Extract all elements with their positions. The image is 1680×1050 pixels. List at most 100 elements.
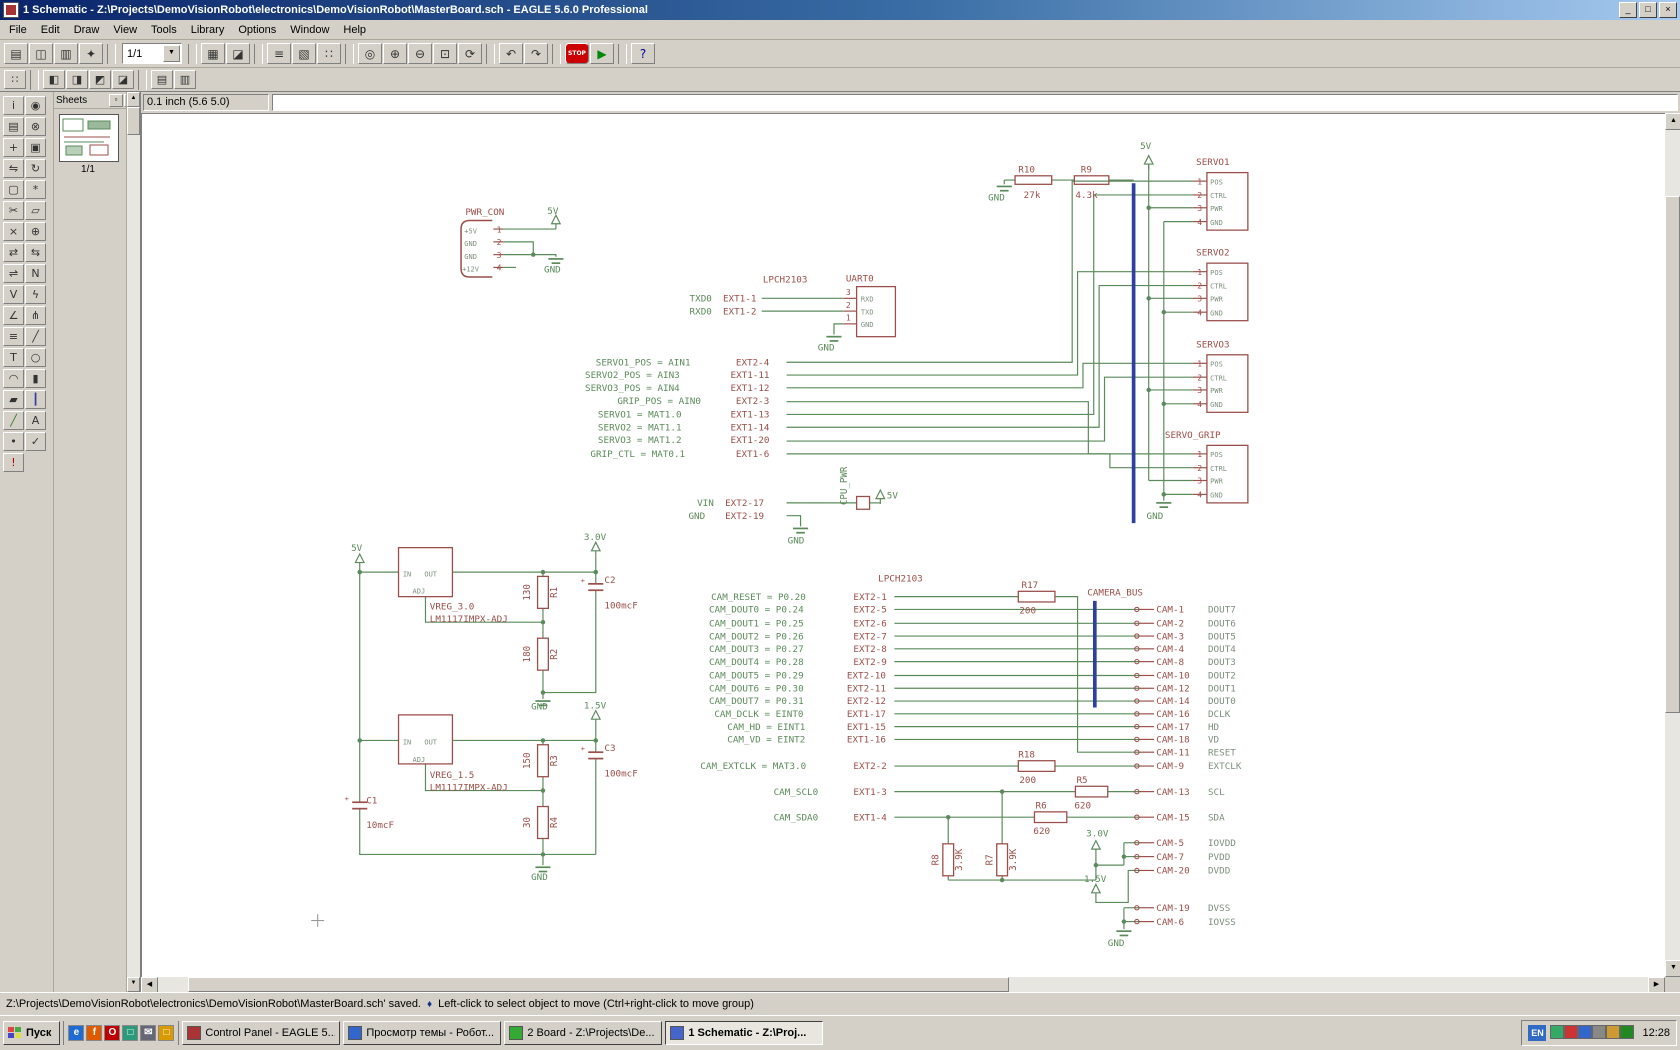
sheets-scroll-track[interactable] — [127, 107, 140, 977]
supply-arrow-symbol[interactable] — [355, 554, 364, 563]
schematic-canvas[interactable]: +++PWR_CON5V1234+5VGNDGND+12VGND5VR1027k… — [141, 113, 1665, 977]
close-button[interactable]: × — [1659, 2, 1677, 18]
undo-icon[interactable]: ↶ — [499, 43, 523, 64]
cam-processor-icon[interactable]: ✦ — [79, 43, 103, 64]
redraw-icon[interactable]: ⟳ — [458, 43, 482, 64]
tray-icon-6[interactable] — [1620, 1025, 1634, 1039]
dock-icon[interactable]: ▫ — [109, 94, 123, 107]
net-wire[interactable] — [834, 324, 844, 335]
sheet-selector[interactable]: 1/1▼ — [122, 43, 182, 64]
resistor-symbol[interactable] — [1034, 812, 1066, 823]
vscroll-track[interactable] — [1665, 130, 1680, 960]
resistor-symbol[interactable] — [1075, 786, 1107, 797]
minimize-button[interactable]: _ — [1619, 2, 1637, 18]
tool-copy-icon[interactable]: ▣ — [25, 138, 46, 157]
resistor-symbol[interactable] — [538, 745, 549, 777]
sheets-scrollbar[interactable]: ▲ ▼ — [126, 92, 140, 992]
taskbar-button-4[interactable]: 1 Schematic - Z:\Proj... — [665, 1021, 823, 1045]
tool-split-icon[interactable]: ⋔ — [25, 306, 46, 325]
tray-icon-1[interactable] — [1550, 1025, 1564, 1039]
hscroll-thumb[interactable] — [188, 977, 1010, 992]
hscroll-track[interactable] — [158, 977, 1648, 992]
save-icon[interactable]: ◫ — [29, 43, 53, 64]
tool-value-icon[interactable]: V — [3, 285, 24, 304]
tool-move-icon[interactable]: + — [3, 138, 24, 157]
menu-window[interactable]: Window — [283, 22, 336, 38]
zoom-out-icon[interactable]: ⊖ — [408, 43, 432, 64]
chevron-down-icon[interactable]: ▼ — [163, 45, 180, 62]
tray-icon-3[interactable] — [1578, 1025, 1592, 1039]
supply-arrow-symbol[interactable] — [591, 711, 600, 720]
taskbar-button-1[interactable]: Control Panel - EAGLE 5... — [182, 1021, 340, 1045]
taskbar-button-2[interactable]: Просмотр темы - Робот... — [343, 1021, 501, 1045]
tool-mark-icon[interactable]: ⊗ — [25, 117, 46, 136]
go-icon[interactable]: ▶ — [590, 43, 614, 64]
tool-rect-icon[interactable]: ▮ — [25, 369, 46, 388]
scroll-down-icon[interactable]: ▼ — [1665, 960, 1680, 977]
tray-icon-2[interactable] — [1564, 1025, 1578, 1039]
command-line[interactable] — [272, 94, 1678, 111]
menu-edit[interactable]: Edit — [34, 22, 67, 38]
sheet-thumbnail[interactable] — [59, 114, 119, 162]
print-icon[interactable]: ▥ — [54, 43, 78, 64]
resistor-symbol[interactable] — [538, 576, 549, 608]
tool-paste-icon[interactable]: ▱ — [25, 201, 46, 220]
switch-to-board-icon[interactable]: ◪ — [226, 43, 250, 64]
menu-options[interactable]: Options — [231, 22, 283, 38]
run-script-icon[interactable]: ≡ — [267, 43, 291, 64]
resistor-symbol[interactable] — [538, 807, 549, 839]
window-layout-3-icon[interactable]: ◩ — [89, 70, 111, 89]
tool-gateswap-icon[interactable]: ⇆ — [25, 243, 46, 262]
grid-settings-icon[interactable]: ∷ — [317, 43, 341, 64]
open-icon[interactable]: ▤ — [4, 43, 28, 64]
zoom-in-icon[interactable]: ⊕ — [383, 43, 407, 64]
menu-tools[interactable]: Tools — [144, 22, 184, 38]
resistor-symbol[interactable] — [1015, 176, 1052, 185]
ie-icon[interactable]: e — [68, 1025, 84, 1041]
scroll-down-icon[interactable]: ▼ — [127, 977, 140, 992]
taskbar-button-3[interactable]: 2 Board - Z:\Projects\De... — [504, 1021, 662, 1045]
tool-change-icon[interactable]: * — [25, 180, 46, 199]
tool-smash-icon[interactable]: ϟ — [25, 285, 46, 304]
tool-arc-icon[interactable]: ◠ — [3, 369, 24, 388]
resistor-symbol[interactable] — [538, 638, 549, 670]
tool-junction-icon[interactable]: • — [3, 432, 24, 451]
menu-file[interactable]: File — [2, 22, 34, 38]
tool-net-icon[interactable]: ╱ — [3, 411, 24, 430]
tool-wire-icon[interactable]: ╱ — [25, 327, 46, 346]
grid-dots-icon[interactable]: ∷ — [4, 70, 26, 89]
start-button[interactable]: Пуск — [3, 1021, 60, 1045]
tray-icon-4[interactable] — [1592, 1025, 1606, 1039]
supply-arrow-symbol[interactable] — [1092, 841, 1101, 850]
resistor-symbol[interactable] — [997, 844, 1008, 876]
window-layout-1-icon[interactable]: ◧ — [43, 70, 65, 89]
tray-icon-5[interactable] — [1606, 1025, 1620, 1039]
menu-library[interactable]: Library — [184, 22, 232, 38]
tool-mirror-icon[interactable]: ⇋ — [3, 159, 24, 178]
tool-bus-icon[interactable]: ┃ — [25, 390, 46, 409]
resistor-symbol[interactable] — [1018, 761, 1055, 772]
tool-circle-icon[interactable]: ○ — [25, 348, 46, 367]
frame-b-icon[interactable]: ▥ — [174, 70, 196, 89]
opera-icon[interactable]: O — [104, 1025, 120, 1041]
tool-pinswap-icon[interactable]: ⇄ — [3, 243, 24, 262]
tool-polygon-icon[interactable]: ▰ — [3, 390, 24, 409]
firefox-icon[interactable]: f — [86, 1025, 102, 1041]
resistor-symbol[interactable] — [1074, 176, 1108, 185]
tool-label-icon[interactable]: A — [25, 411, 46, 430]
use-library-icon[interactable]: ▦ — [201, 43, 225, 64]
resistor-symbol[interactable] — [943, 844, 954, 876]
net-wire[interactable] — [503, 242, 533, 255]
supply-arrow-symbol[interactable] — [1092, 884, 1101, 893]
menu-view[interactable]: View — [106, 22, 144, 38]
frame-a-icon[interactable]: ▤ — [151, 70, 173, 89]
tool-info-icon[interactable]: i — [3, 96, 24, 115]
canvas-hscrollbar[interactable]: ◀ ▶ — [141, 977, 1665, 992]
window-layout-2-icon[interactable]: ◨ — [66, 70, 88, 89]
tool-display-icon[interactable]: ▤ — [3, 117, 24, 136]
tool-cut-icon[interactable]: ✂ — [3, 201, 24, 220]
tool-errors-icon[interactable]: ! — [3, 453, 24, 472]
menu-draw[interactable]: Draw — [67, 22, 107, 38]
tool-rotate-icon[interactable]: ↻ — [25, 159, 46, 178]
zoom-select-icon[interactable]: ⊡ — [433, 43, 457, 64]
